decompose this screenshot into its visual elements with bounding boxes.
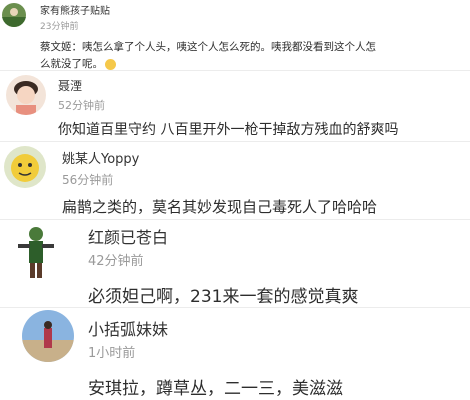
- avatar[interactable]: [2, 3, 26, 27]
- divider: [0, 307, 470, 308]
- smile-emoji-icon: [105, 58, 116, 70]
- user-avatar-image: [2, 3, 26, 27]
- comment-time: 56分钟前: [62, 173, 114, 187]
- comment-text: 蔡文姬：咦怎么拿了个人头，咦这个人怎么死的。咦我都没看到这个人怎: [40, 41, 376, 53]
- avatar[interactable]: [6, 75, 46, 115]
- avatar[interactable]: [4, 146, 46, 188]
- divider: [0, 70, 470, 71]
- user-avatar-image: [4, 146, 46, 188]
- comment-time: 23分钟前: [40, 22, 79, 32]
- comment-time: 42分钟前: [88, 254, 144, 269]
- avatar[interactable]: [10, 222, 60, 282]
- comment-text: 安琪拉，蹲草丛，二一三，美滋滋: [88, 379, 343, 399]
- comment-time: 1小时前: [88, 346, 136, 361]
- comment-text: 你知道百里守约 八百里开外一枪干掉敌方残血的舒爽吗: [58, 122, 399, 138]
- user-avatar-image: [6, 75, 46, 115]
- divider: [0, 219, 470, 220]
- comment-text-end: 么就没了呢。: [40, 58, 103, 70]
- avatar[interactable]: [22, 310, 74, 362]
- comment-text: 必须妲己啊，231来一套的感觉真爽: [88, 287, 359, 307]
- comment-username[interactable]: 红颜已苍白: [88, 224, 168, 248]
- comment-username[interactable]: 姚某人Yoppy: [62, 148, 139, 167]
- comment-username[interactable]: 小括弧妹妹: [88, 316, 168, 340]
- comment-username[interactable]: 聂湮: [58, 77, 82, 94]
- user-avatar-image: [22, 310, 74, 362]
- user-avatar-image: [10, 222, 60, 282]
- comment-username[interactable]: 家有熊孩子贴贴: [40, 2, 110, 17]
- comment-text-continued: 么就没了呢。: [40, 56, 116, 71]
- divider: [0, 141, 470, 142]
- comment-text: 扁鹊之类的，莫名其妙发现自己毒死人了哈哈哈: [62, 198, 378, 216]
- comment-time: 52分钟前: [58, 99, 105, 112]
